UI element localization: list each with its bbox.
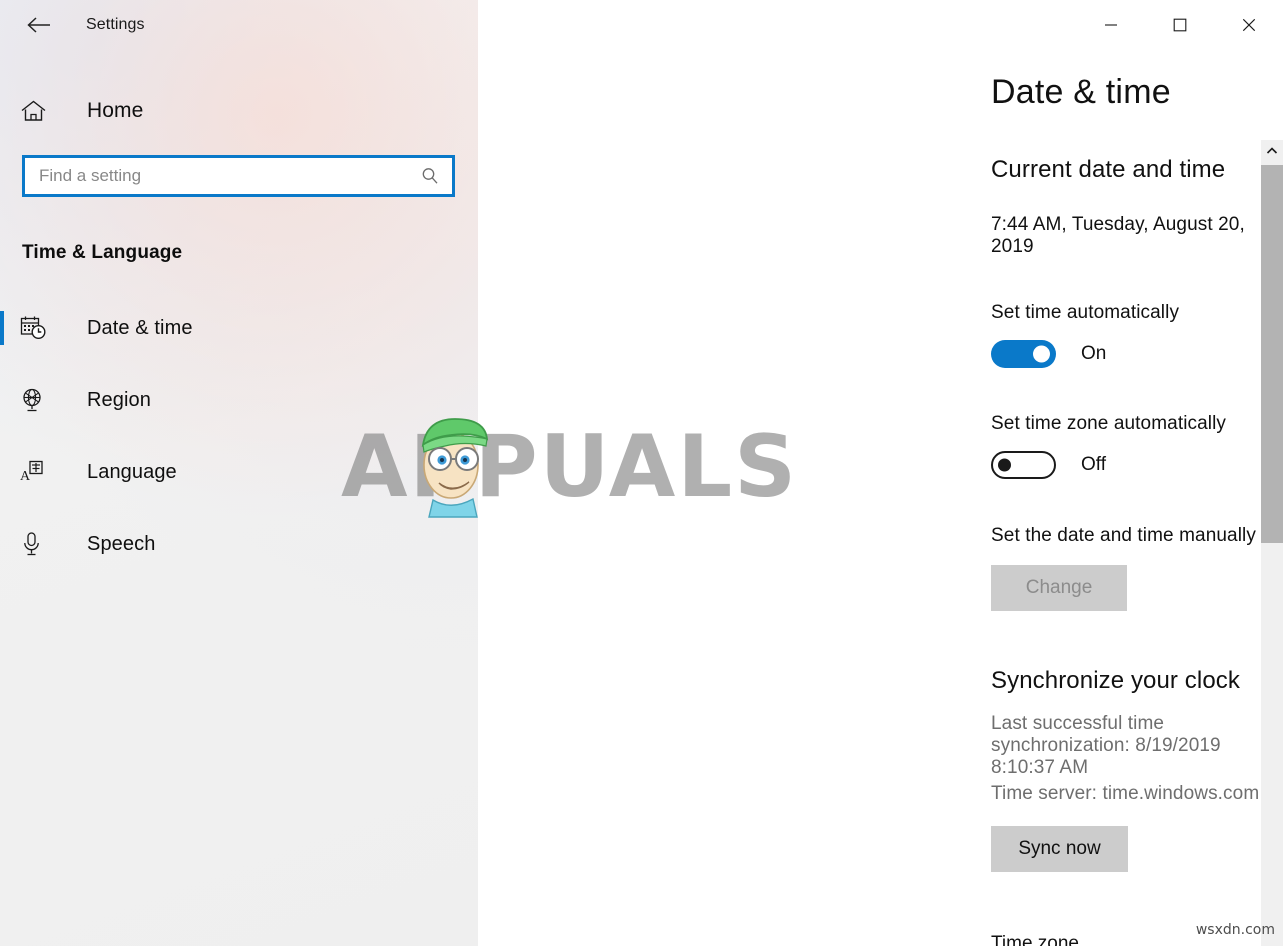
set-timezone-automatically-state: Off	[1081, 454, 1106, 475]
toggle-knob	[1033, 345, 1050, 363]
maximize-button[interactable]	[1145, 0, 1214, 50]
sidebar-item-date-time-label: Date & time	[87, 316, 193, 339]
set-time-automatically-label: Set time automatically	[991, 302, 1180, 323]
set-timezone-automatically-label: Set time zone automatically	[991, 413, 1227, 434]
search-icon[interactable]	[418, 164, 442, 188]
sidebar-item-home[interactable]: Home	[0, 88, 478, 134]
set-manually-label: Set the date and time manually	[991, 525, 1256, 546]
sidebar-item-language-label: Language	[87, 460, 177, 483]
synchronize-clock-group: Synchronize your clock Last successful t…	[991, 667, 1283, 872]
calendar-clock-icon	[20, 315, 60, 341]
set-manually-group: Set the date and time manually Change	[991, 525, 1283, 611]
translate-icon: A	[20, 459, 60, 485]
window-controls	[1076, 0, 1283, 50]
section-current-date-time: Current date and time	[991, 156, 1226, 183]
sidebar-item-speech-label: Speech	[87, 532, 156, 555]
set-time-automatically-group: Set time automatically On	[991, 302, 1283, 368]
sidebar-item-date-time[interactable]: Date & time	[0, 292, 478, 364]
sync-now-button[interactable]: Sync now	[991, 826, 1128, 872]
timezone-label: Time zone	[991, 933, 1079, 946]
sidebar-item-home-label: Home	[87, 99, 144, 122]
toggle-knob	[998, 458, 1011, 472]
sidebar: Settings Home Find a setting Time & Lang…	[0, 0, 478, 946]
window-titlebar: Settings	[0, 0, 478, 50]
change-button[interactable]: Change	[991, 565, 1127, 611]
microphone-icon	[20, 531, 60, 557]
scrollbar-thumb[interactable]	[1261, 165, 1283, 543]
current-datetime-value: 7:44 AM, Tuesday, August 20, 2019	[991, 214, 1245, 257]
search-box[interactable]	[22, 155, 455, 197]
synchronize-clock-heading: Synchronize your clock	[991, 667, 1240, 694]
page-title: Date & time	[991, 73, 1171, 111]
home-icon	[20, 99, 58, 123]
maximize-icon	[1173, 18, 1186, 32]
close-icon	[1242, 18, 1255, 32]
last-sync-text: Last successful time synchronization: 8/…	[991, 713, 1221, 778]
back-button[interactable]	[18, 8, 60, 42]
sidebar-item-speech[interactable]: Speech	[0, 508, 478, 580]
time-server-text: Time server: time.windows.com	[991, 783, 1260, 804]
close-button[interactable]	[1214, 0, 1283, 50]
set-time-automatically-state: On	[1081, 343, 1107, 364]
sidebar-item-language[interactable]: A Language	[0, 436, 478, 508]
vertical-scrollbar[interactable]	[1261, 140, 1283, 946]
scrollbar-up-button[interactable]	[1261, 140, 1283, 162]
app-title: Settings	[86, 16, 145, 33]
main-content: Date & time Current date and time 7:44 A…	[478, 0, 1283, 946]
search-input[interactable]	[25, 158, 452, 194]
set-time-automatically-toggle[interactable]	[991, 340, 1056, 368]
sidebar-nav: Date & time Region A Language Speech	[0, 292, 478, 580]
globe-icon	[20, 387, 60, 413]
minimize-icon	[1104, 24, 1117, 26]
settings-window: Settings Home Find a setting Time & Lang…	[0, 0, 1283, 946]
minimize-button[interactable]	[1076, 0, 1145, 50]
selection-indicator	[0, 311, 4, 345]
sidebar-item-region[interactable]: Region	[0, 364, 478, 436]
timezone-group: Time zone (UTC-05:00) Eastern Time (US &…	[991, 933, 1283, 946]
back-arrow-icon	[27, 17, 50, 33]
sidebar-item-region-label: Region	[87, 388, 151, 411]
set-timezone-automatically-group: Set time zone automatically Off	[991, 413, 1283, 479]
set-timezone-automatically-toggle[interactable]	[991, 451, 1056, 479]
sidebar-group-title: Time & Language	[22, 242, 183, 263]
chevron-up-icon	[1266, 147, 1278, 154]
